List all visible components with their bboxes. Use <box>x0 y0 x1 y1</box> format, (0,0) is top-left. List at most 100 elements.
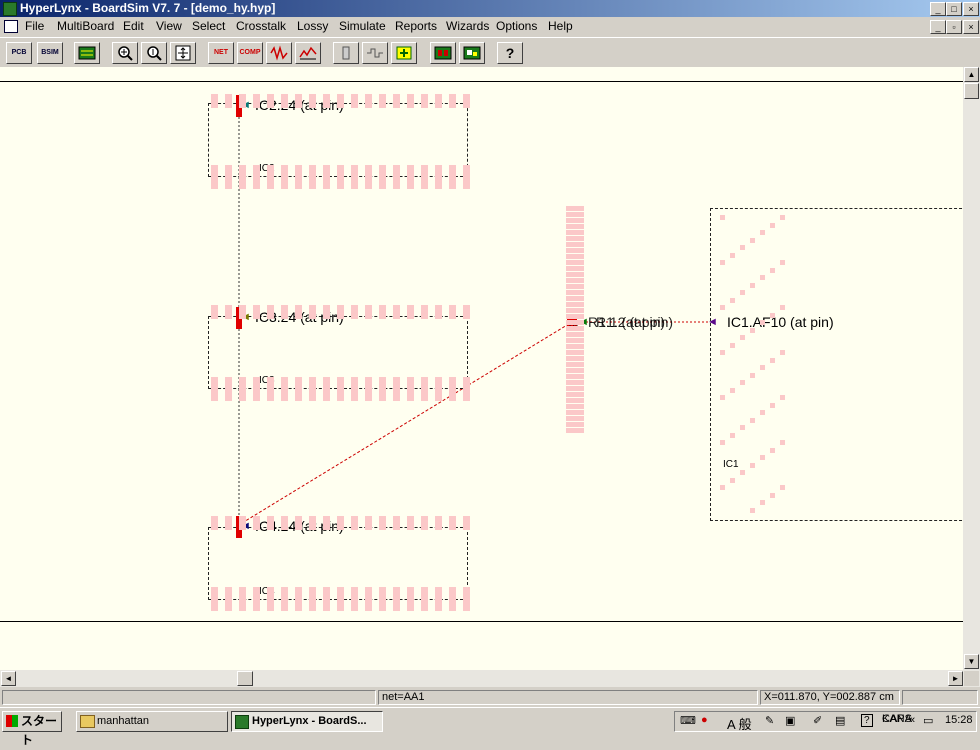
open-bsim-button[interactable]: BSIM <box>37 42 63 64</box>
oscilloscope-button[interactable] <box>295 42 321 64</box>
horizontal-scroll-thumb[interactable] <box>237 671 253 686</box>
menu-wizards[interactable]: Wizards <box>446 19 489 33</box>
pin-pad <box>393 94 400 108</box>
bsim-label: BSIM <box>41 49 59 56</box>
pin-pad <box>566 416 584 421</box>
fit-view-button[interactable] <box>170 42 196 64</box>
document-icon[interactable] <box>4 20 18 33</box>
child-close-button[interactable]: × <box>963 20 979 34</box>
ibis-model-button[interactable] <box>391 42 417 64</box>
pin-pad <box>379 587 386 611</box>
kana-label: KANA <box>882 713 912 725</box>
scroll-left-arrow-icon[interactable]: ◄ <box>1 671 16 686</box>
pin-pad <box>566 386 584 391</box>
tray-expand-icon[interactable]: « <box>909 714 915 726</box>
task-manhattan[interactable]: manhattan <box>76 711 228 732</box>
board-view-button[interactable] <box>74 42 100 64</box>
ball-pad <box>740 380 745 385</box>
board-canvas[interactable]: IC2 ◄ IC2.24 (at pin) IC3 ◄ IC3.24 (at p… <box>0 67 963 670</box>
pin-pad <box>225 587 232 611</box>
pin-pad <box>309 587 316 611</box>
vertical-scrollbar[interactable]: ▲ ▼ <box>963 67 980 670</box>
minimize-button[interactable]: _ <box>930 2 946 16</box>
emc-button[interactable] <box>459 42 485 64</box>
board-wizard-button[interactable] <box>430 42 456 64</box>
select-net-button[interactable]: NET <box>208 42 234 64</box>
zoom-in-button[interactable] <box>112 42 138 64</box>
pin-pad <box>566 404 584 409</box>
pin-pad <box>566 224 584 229</box>
ime-ball-icon[interactable]: ● <box>701 714 708 726</box>
tray-monitor-icon[interactable]: ▭ <box>923 714 933 727</box>
menu-simulate[interactable]: Simulate <box>339 19 386 33</box>
pin-pad <box>566 380 584 385</box>
ball-pad <box>730 477 735 483</box>
select-component-button[interactable]: COMP <box>237 42 263 64</box>
hyperlynx-task-icon <box>235 715 249 729</box>
menu-reports[interactable]: Reports <box>395 19 437 33</box>
menu-file[interactable]: File <box>25 19 44 33</box>
pin-pad <box>295 587 302 611</box>
keyboard-icon[interactable]: ⌨ <box>680 714 696 727</box>
task-hyperlynx[interactable]: HyperLynx - BoardS... <box>231 711 383 732</box>
pin-pad <box>566 266 584 271</box>
waveform-button[interactable] <box>266 42 292 64</box>
open-pcb-button[interactable]: PCB <box>6 42 32 64</box>
menu-edit[interactable]: Edit <box>123 19 144 33</box>
horizontal-scrollbar[interactable]: ◄ ► <box>0 670 980 687</box>
menu-view[interactable]: View <box>156 19 182 33</box>
stackup-button[interactable] <box>362 42 388 64</box>
menu-multiboard[interactable]: MultiBoard <box>57 19 114 33</box>
ball-pad <box>780 395 785 400</box>
pin-pad <box>239 377 246 401</box>
ball-pad <box>720 485 725 490</box>
pin-pad <box>435 305 442 319</box>
hyperlynx-app-icon[interactable] <box>3 2 17 16</box>
pin-pad <box>253 165 260 189</box>
pin-pad <box>435 516 442 530</box>
scroll-up-arrow-icon[interactable]: ▲ <box>964 67 979 82</box>
menu-help[interactable]: Help <box>548 19 573 33</box>
scroll-down-arrow-icon[interactable]: ▼ <box>964 654 979 669</box>
help-button[interactable]: ? <box>497 42 523 64</box>
child-restore-button[interactable]: ▫ <box>946 20 962 34</box>
status-message <box>2 690 376 705</box>
ball-pad <box>740 245 745 250</box>
component-ic1[interactable] <box>710 208 963 521</box>
menu-crosstalk[interactable]: Crosstalk <box>236 19 286 33</box>
menu-select[interactable]: Select <box>192 19 225 33</box>
tray-pen-icon[interactable]: ✐ <box>813 714 822 727</box>
pin-pad <box>407 305 414 319</box>
pin-pad <box>211 165 218 189</box>
start-button[interactable]: スタート <box>2 711 62 747</box>
pin-pad <box>379 165 386 189</box>
tray-settings-icon[interactable]: ▤ <box>835 714 845 727</box>
terminator-button[interactable] <box>333 42 359 64</box>
child-minimize-button[interactable]: _ <box>930 20 946 34</box>
ime-mode[interactable]: A 般 <box>727 714 752 733</box>
pin-pad <box>393 165 400 189</box>
menu-lossy[interactable]: Lossy <box>297 19 328 33</box>
probe-label-r1-2[interactable]: R1.2 (at pin) <box>596 314 673 330</box>
probe-label-ic1[interactable]: IC1.AF10 (at pin) <box>727 314 834 330</box>
tray-help-icon[interactable]: ? <box>861 714 873 727</box>
tray-book-icon[interactable]: ▣ <box>785 714 795 727</box>
ball-pad <box>760 275 765 280</box>
pin-pad <box>253 94 260 108</box>
pin-pad <box>566 260 584 265</box>
maximize-button[interactable]: □ <box>946 2 962 16</box>
menu-options[interactable]: Options <box>496 19 537 33</box>
pin-pad <box>435 94 442 108</box>
scroll-right-arrow-icon[interactable]: ► <box>948 671 963 686</box>
pin-pad <box>566 320 584 325</box>
ball-pad <box>780 485 785 490</box>
pin-pad <box>379 377 386 401</box>
pin-pad <box>566 374 584 379</box>
tray-tool-icon[interactable]: ✎ <box>765 714 774 727</box>
pin-pad <box>323 94 330 108</box>
window-title: HyperLynx - BoardSim V7. 7 - [demo_hy.hy… <box>20 1 276 15</box>
zoom-out-button[interactable] <box>141 42 167 64</box>
pin-pad <box>253 516 260 530</box>
vertical-scroll-thumb[interactable] <box>964 83 979 99</box>
close-button[interactable]: × <box>963 2 979 16</box>
